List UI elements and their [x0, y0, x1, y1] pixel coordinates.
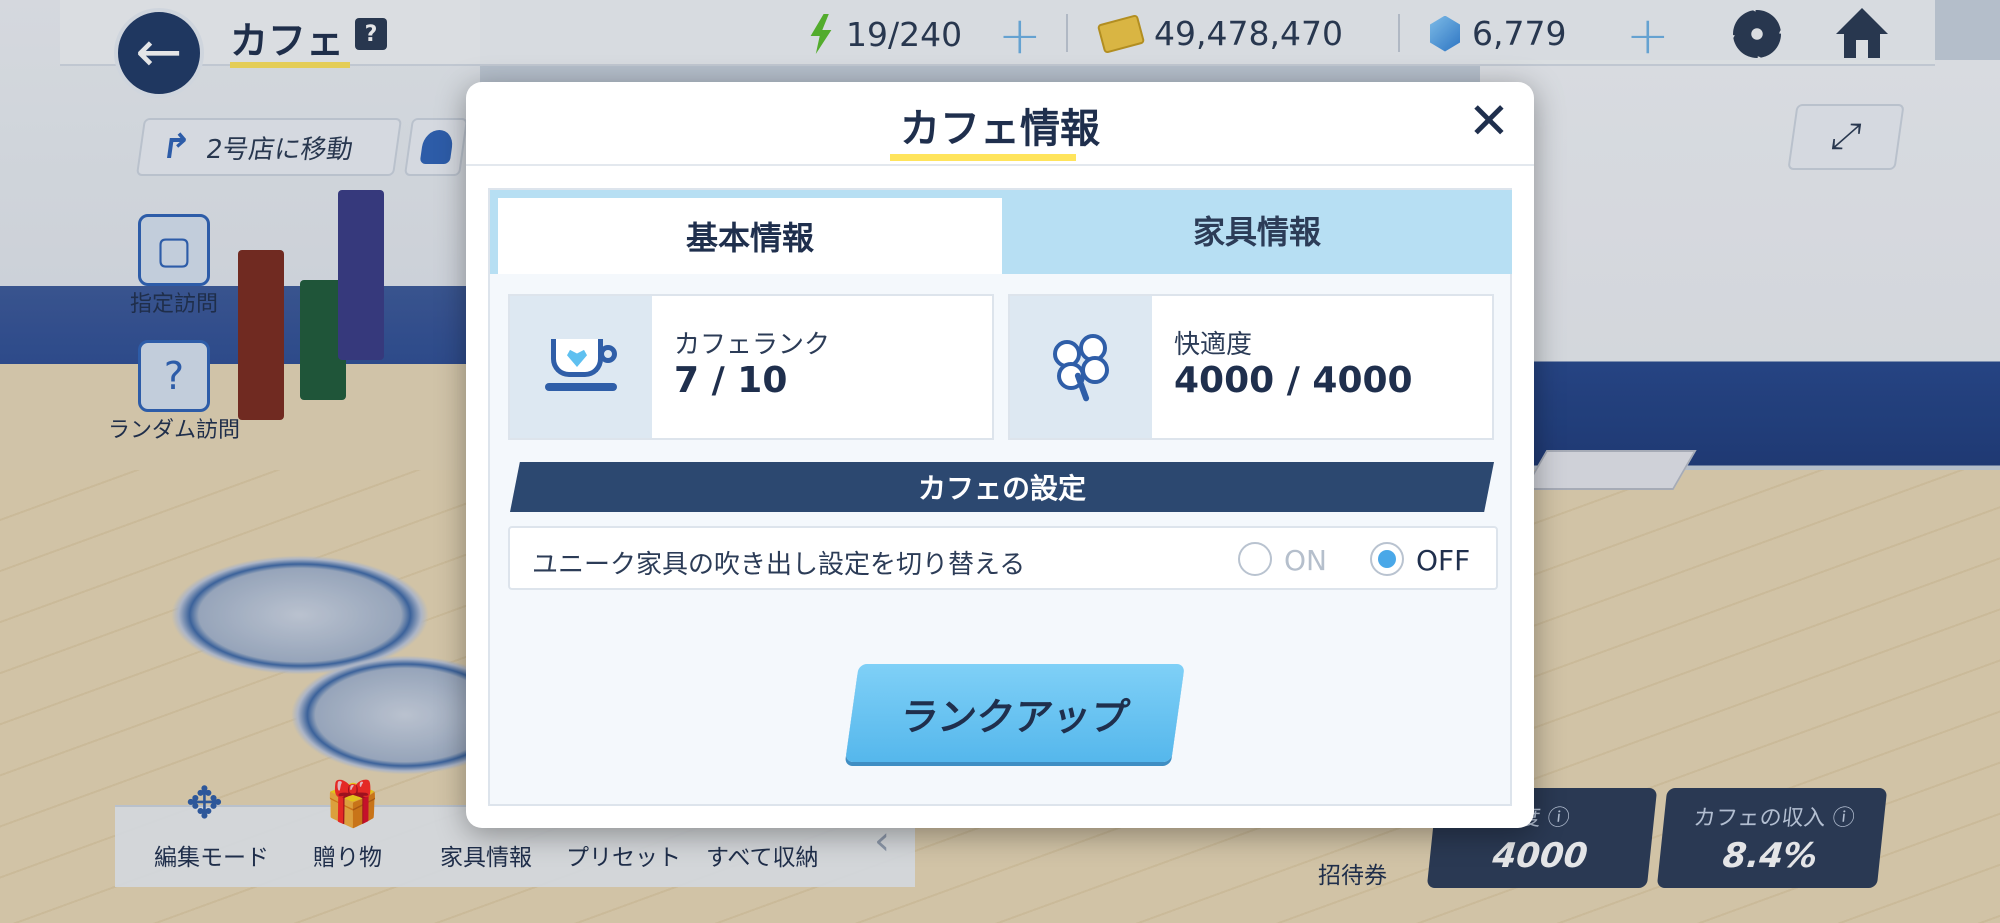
comfort-card: 快適度 4000 / 4000	[1008, 294, 1494, 440]
speech-bubble-setting-row: ユニーク家具の吹き出し設定を切り替える ON OFF	[508, 526, 1498, 590]
radio-off-label[interactable]: OFF	[1416, 544, 1470, 577]
cafe-rank-card: カフェランク 7 / 10	[508, 294, 994, 440]
setting-label: ユニーク家具の吹き出し設定を切り替える	[532, 550, 1026, 580]
tab-furniture-info[interactable]: 家具情報	[1002, 190, 1512, 270]
comfort-value: 4000 / 4000	[1174, 360, 1413, 401]
close-icon[interactable]: ✕	[1464, 96, 1514, 146]
header-divider	[466, 164, 1534, 166]
tab-basic-info[interactable]: 基本情報	[498, 198, 1002, 274]
radio-off[interactable]	[1370, 542, 1404, 576]
icon-box	[1010, 296, 1152, 438]
icon-box	[510, 296, 652, 438]
cafe-settings-header: カフェの設定	[510, 462, 1494, 512]
clover-icon	[1051, 332, 1111, 403]
cafe-rank-label: カフェランク	[674, 330, 831, 360]
comfort-label: 快適度	[1174, 330, 1253, 360]
coffee-cup-icon	[545, 339, 617, 395]
cafe-rank-value: 7 / 10	[674, 360, 788, 401]
rank-up-button[interactable]: ランクアップ	[845, 664, 1185, 762]
title-underline	[890, 154, 1076, 161]
modal-title: カフェ情報	[900, 106, 1100, 152]
cafe-info-modal: カフェ情報 ✕ 基本情報 家具情報 カフェランク 7 / 10 快適度 4000…	[466, 82, 1534, 828]
radio-on-label[interactable]: ON	[1284, 544, 1327, 577]
modal-panel: 基本情報 家具情報 カフェランク 7 / 10 快適度 4000 / 4000 …	[488, 188, 1512, 806]
radio-on[interactable]	[1238, 542, 1272, 576]
